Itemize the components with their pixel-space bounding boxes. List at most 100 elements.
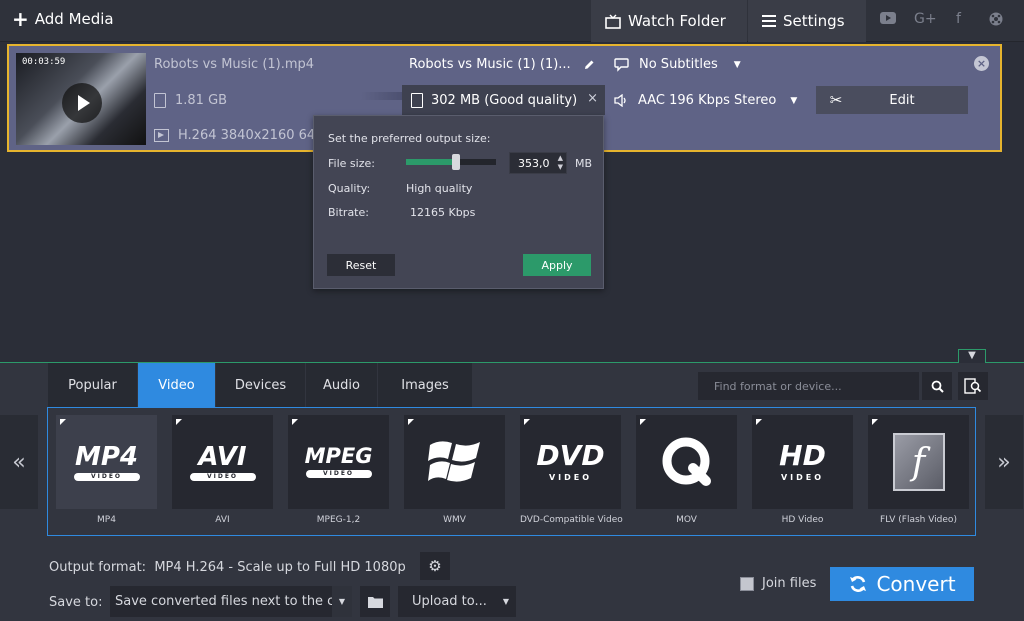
add-media-button[interactable]: + Add Media [12, 7, 114, 31]
apply-button[interactable]: Apply [523, 254, 591, 276]
browse-folder-button[interactable] [360, 586, 390, 617]
arrow-right-icon [361, 87, 411, 105]
upload-to-label: Upload to... [412, 594, 487, 609]
formats-prev-button[interactable]: « [0, 415, 38, 509]
format-tile[interactable]: MP4 VIDEO [56, 415, 157, 509]
format-mpeg[interactable]: MPEG VIDEO MPEG-1,2 [288, 415, 389, 533]
source-size: 1.81 GB [175, 93, 228, 108]
quality-label: Quality: [328, 182, 371, 195]
quicktime-logo-icon [662, 437, 711, 486]
corner-marker-icon [524, 419, 530, 425]
save-to-label: Save to: [49, 595, 103, 610]
source-codec: H.264 3840x2160 64 [178, 128, 316, 143]
settings-button[interactable]: Settings [748, 0, 866, 42]
tab-popular[interactable]: Popular [48, 363, 138, 407]
format-name: HD Video [781, 515, 824, 525]
corner-marker-icon [176, 419, 182, 425]
file-size-label: File size: [328, 157, 375, 170]
close-icon[interactable]: × [587, 91, 598, 106]
mpeg-logo: MPEG VIDEO [304, 444, 373, 478]
format-wmv[interactable]: WMV [404, 415, 505, 533]
format-name: WMV [443, 515, 466, 525]
chevron-down-icon: ▼ [502, 597, 510, 606]
format-mp4[interactable]: MP4 VIDEO MP4 [56, 415, 157, 533]
file-icon [411, 92, 423, 108]
vk-icon[interactable] [989, 12, 1003, 30]
subtitles-dropdown[interactable]: No Subtitles ▼ [614, 57, 741, 72]
dvd-logo: DVD VIDEO [536, 438, 605, 482]
join-files-checkbox[interactable] [740, 576, 754, 591]
audio-label: AAC 196 Kbps Stereo [638, 93, 777, 108]
file-icon [154, 93, 166, 108]
spinner-arrows-icon[interactable]: ▲ ▼ [558, 154, 563, 172]
file-size-slider[interactable] [406, 154, 496, 170]
audio-dropdown[interactable]: AAC 196 Kbps Stereo ▼ [614, 93, 797, 108]
video-thumbnail[interactable]: 00:03:59 [16, 53, 146, 145]
video-icon [154, 129, 169, 142]
output-size-label: 302 MB (Good quality) [431, 92, 578, 108]
reset-button[interactable]: Reset [327, 254, 395, 276]
file-size-value: 353,0 [518, 156, 550, 170]
tab-video[interactable]: Video [138, 363, 216, 407]
subtitles-label: No Subtitles [639, 57, 718, 72]
format-tile[interactable] [636, 415, 737, 509]
plus-icon: + [12, 7, 29, 31]
search-icon [931, 380, 944, 393]
output-file-name[interactable]: Robots vs Music (1) (1)... [409, 57, 595, 72]
format-name: MOV [676, 515, 697, 525]
file-size-input[interactable]: 353,0 ▲ ▼ [509, 152, 567, 174]
google-plus-icon[interactable]: G+ [914, 11, 937, 27]
search-button[interactable] [922, 372, 952, 400]
menu-icon [762, 15, 776, 27]
format-mov[interactable]: MOV [636, 415, 737, 533]
output-format-value: MP4 H.264 - Scale up to Full HD 1080p [154, 560, 406, 575]
flash-logo-icon: f [892, 433, 945, 491]
output-name-label: Robots vs Music (1) (1)... [409, 57, 571, 72]
format-flv[interactable]: f FLV (Flash Video) [868, 415, 969, 533]
edit-label: Edit [889, 92, 915, 108]
format-tile[interactable]: f [868, 415, 969, 509]
tv-icon [605, 14, 621, 29]
pencil-icon[interactable] [583, 59, 595, 71]
convert-button[interactable]: Convert [830, 567, 974, 601]
youtube-icon[interactable] [880, 12, 896, 28]
format-tabs: Popular Video Devices Audio Images [48, 363, 473, 407]
format-tile[interactable]: DVD VIDEO [520, 415, 621, 509]
format-avi[interactable]: AVI VIDEO AVI [172, 415, 273, 533]
source-codec-row: H.264 3840x2160 64 [154, 128, 315, 143]
detect-device-button[interactable] [958, 372, 988, 400]
duration-label: 00:03:59 [22, 57, 66, 67]
format-settings-button[interactable]: ⚙ [420, 552, 450, 580]
tab-devices[interactable]: Devices [216, 363, 306, 407]
upload-to-dropdown[interactable]: Upload to... ▼ [398, 586, 516, 617]
source-file-name: Robots vs Music (1).mp4 [154, 57, 315, 72]
gear-icon: ⚙ [428, 557, 442, 575]
save-location-dropdown[interactable]: Save converted files next to the c ▼ [110, 586, 352, 617]
facebook-icon[interactable]: f [956, 11, 961, 27]
add-media-label: Add Media [34, 10, 114, 28]
edit-button[interactable]: ✂ Edit [816, 86, 968, 114]
join-files-option[interactable]: Join files [740, 576, 816, 591]
slider-handle[interactable] [452, 154, 460, 170]
format-tile[interactable]: HD VIDEO [752, 415, 853, 509]
format-tile[interactable]: AVI VIDEO [172, 415, 273, 509]
output-format-label: Output format: [49, 560, 147, 575]
collapse-panel-icon[interactable]: ▼ [958, 349, 986, 364]
output-size-selector[interactable]: 302 MB (Good quality) × [402, 85, 605, 115]
chevron-down-icon[interactable]: ▼ [332, 586, 352, 617]
format-hd[interactable]: HD VIDEO HD Video [752, 415, 853, 533]
device-search-icon [964, 378, 982, 394]
tab-audio[interactable]: Audio [306, 363, 378, 407]
format-dvd[interactable]: DVD VIDEO DVD-Compatible Video [520, 415, 623, 533]
format-tile[interactable]: MPEG VIDEO [288, 415, 389, 509]
formats-next-button[interactable]: » [985, 415, 1023, 509]
settings-label: Settings [783, 12, 845, 30]
watch-folder-button[interactable]: Watch Folder [591, 0, 747, 42]
remove-file-icon[interactable]: × [974, 56, 989, 71]
play-icon[interactable] [62, 83, 102, 123]
tab-images[interactable]: Images [378, 363, 473, 407]
corner-marker-icon [872, 419, 878, 425]
format-search-input[interactable]: Find format or device... [698, 372, 919, 400]
speaker-icon [614, 94, 626, 107]
format-tile[interactable] [404, 415, 505, 509]
